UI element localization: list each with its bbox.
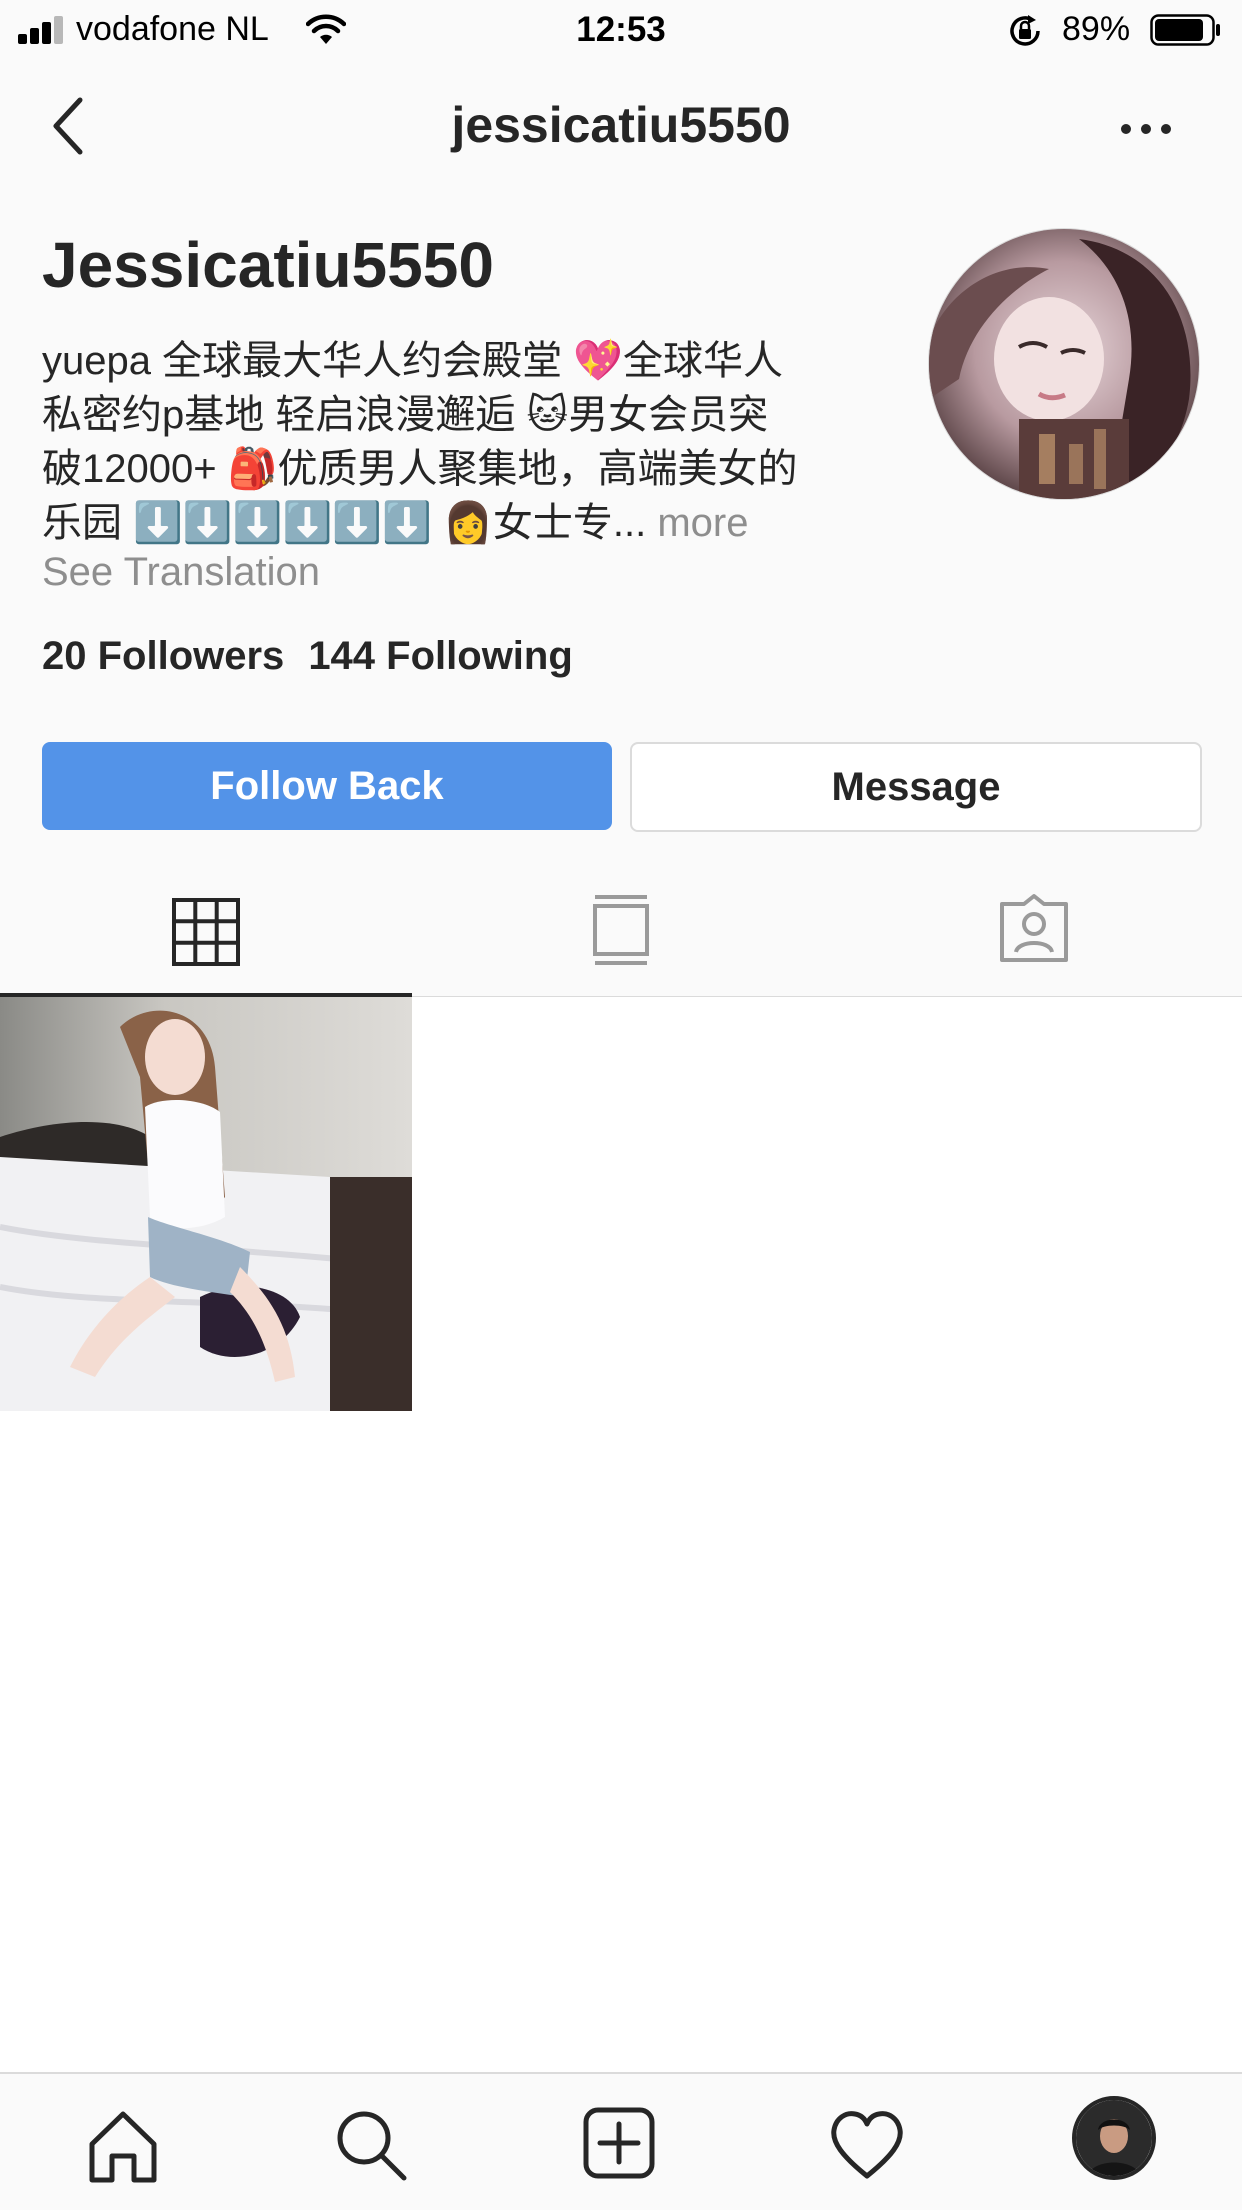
grid-icon <box>172 898 240 966</box>
message-button[interactable]: Message <box>630 742 1202 832</box>
home-icon[interactable] <box>78 2100 168 2190</box>
profile-screen: vodafone NL 12:53 89% jessicatiu5550 Jes… <box>0 0 1242 2210</box>
rotation-lock-icon <box>1010 15 1040 46</box>
username-title: jessicatiu5550 <box>451 97 791 153</box>
tab-grid[interactable] <box>0 854 412 997</box>
profile-avatar-icon[interactable] <box>1072 2096 1156 2180</box>
search-icon[interactable] <box>326 2100 416 2190</box>
post-thumbnail[interactable] <box>0 997 412 1411</box>
avatar-photo <box>929 229 1199 499</box>
post-photo <box>0 997 412 1411</box>
profile-tabs <box>0 854 1242 997</box>
tab-feed[interactable] <box>415 854 827 996</box>
status-time: 12:53 <box>576 10 666 49</box>
mini-avatar-photo <box>1076 2100 1152 2176</box>
back-chevron-icon[interactable] <box>40 86 100 166</box>
add-post-icon[interactable] <box>574 2100 664 2190</box>
tagged-person-icon <box>1000 894 1068 962</box>
battery-percentage: 89% <box>1062 10 1131 48</box>
followers-count[interactable]: 20 Followers <box>42 634 284 678</box>
tab-tagged[interactable] <box>830 854 1242 996</box>
feed-list-icon <box>593 895 649 965</box>
profile-avatar[interactable] <box>928 228 1200 500</box>
bottom-tab-bar <box>0 2072 1242 2210</box>
profile-stats: 20 Followers 144 Following <box>42 634 573 679</box>
status-bar: vodafone NL 12:53 89% <box>0 0 1242 64</box>
more-options-icon[interactable] <box>1110 104 1182 154</box>
follow-back-button[interactable]: Follow Back <box>42 742 612 830</box>
navigation-bar: jessicatiu5550 <box>0 64 1242 194</box>
following-count[interactable]: 144 Following <box>308 634 572 678</box>
profile-display-name: Jessicatiu5550 <box>42 229 494 301</box>
heart-icon[interactable] <box>822 2100 912 2190</box>
profile-header: Jessicatiu5550 yuepa 全球最大华人约会殿堂 💖全球华人 私密… <box>0 194 1242 854</box>
bio-more-link[interactable]: more <box>646 501 748 545</box>
profile-bio: yuepa 全球最大华人约会殿堂 💖全球华人 私密约p基地 轻启浪漫邂逅 🐱男女… <box>42 334 882 550</box>
battery-icon <box>1150 14 1220 46</box>
see-translation-link[interactable]: See Translation <box>42 550 320 595</box>
